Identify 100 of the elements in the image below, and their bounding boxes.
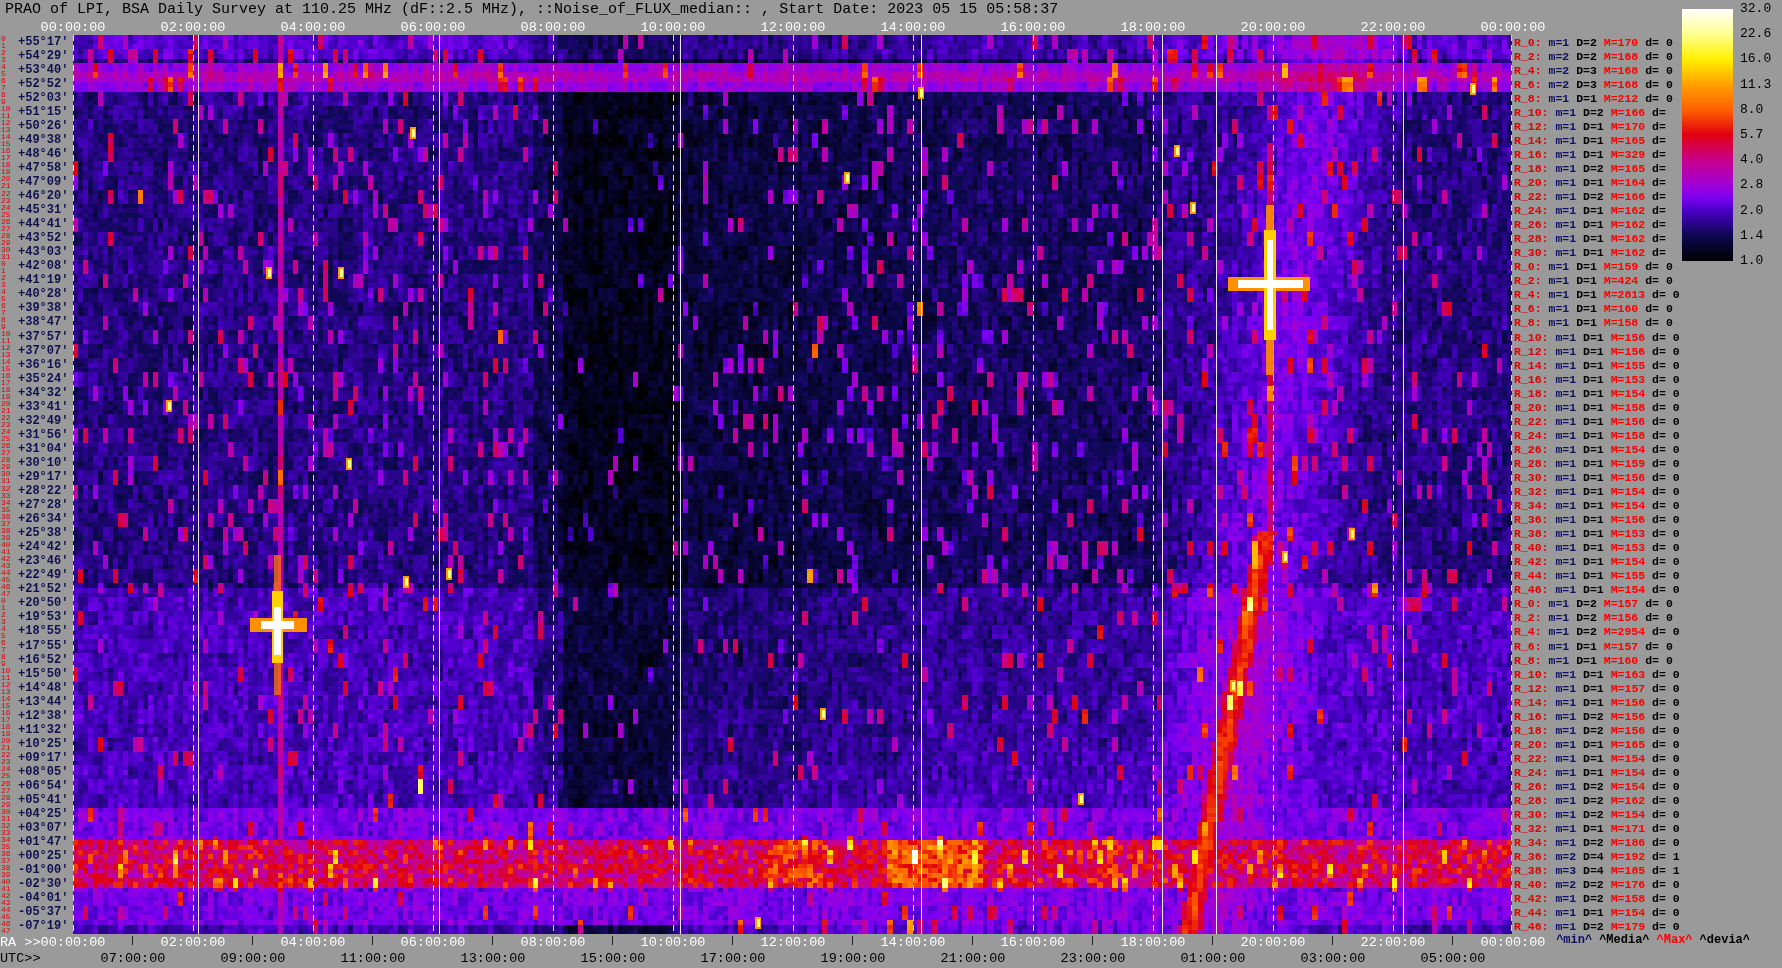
declination-label: +37°57' [18, 330, 69, 344]
row-index-label: 18 [1, 386, 11, 394]
declination-label: +44°41' [18, 218, 69, 232]
utc-time-label: 15:00:00 [580, 950, 646, 966]
row-statistics: R_22: m=1 D=1 M=156 d= 0 [1514, 414, 1680, 428]
row-index-label: 46 [1, 582, 11, 590]
declination-label: -04°01' [18, 892, 69, 906]
row-index-label: 7 [1, 84, 6, 92]
row-index-label: 22 [1, 751, 11, 759]
utc-time-label: 23:00:00 [1060, 950, 1126, 966]
declination-label: +21°52' [18, 583, 69, 597]
row-index-label: 20 [1, 737, 11, 745]
row-index-label: 17 [1, 379, 11, 387]
row-statistics: R_38: m=3 D=4 M=185 d= 1 [1514, 864, 1680, 878]
ra-time-label: 20:00:00 [1240, 934, 1306, 950]
row-index-label: 15 [1, 140, 11, 148]
row-statistics: R_6: m=1 D=1 M=160 d= 0 [1514, 302, 1673, 316]
utc-time-label: 21:00:00 [940, 950, 1006, 966]
ra-time-label: 08:00:00 [520, 934, 586, 950]
declination-label: +50°26' [18, 119, 69, 133]
row-statistics: R_6: m=2 D=3 M=168 d= 0 [1514, 77, 1673, 91]
row-index-label: 21 [1, 182, 11, 190]
row-index-label: 33 [1, 828, 11, 836]
declination-label: +37°07' [18, 344, 69, 358]
declination-label: -07°19' [18, 920, 69, 934]
row-statistics: R_4: m=1 D=1 M=2813 d= 0 [1514, 288, 1680, 302]
row-index-label: 1 [1, 266, 6, 274]
scale-tick-label: 11.3 [1740, 77, 1772, 92]
row-index-label: 21 [1, 744, 11, 752]
row-index-label: 3 [1, 280, 6, 288]
row-index-label: 29 [1, 238, 11, 246]
declination-label: +26°34' [18, 513, 69, 527]
row-statistics: R_28: m=1 D=1 M=162 d= [1514, 232, 1666, 246]
row-statistics: R_26: m=1 D=1 M=154 d= 0 [1514, 442, 1680, 456]
utc-time-label: 05:00:00 [1420, 950, 1486, 966]
row-index-label: 14 [1, 133, 11, 141]
declination-label: +52°52' [18, 77, 69, 91]
row-statistics: R_18: m=1 D=2 M=165 d= [1514, 161, 1666, 175]
row-index-label: 1 [1, 42, 6, 49]
declination-label: +54°29' [18, 49, 69, 63]
legend-label: ^Max^ [1656, 934, 1693, 947]
row-statistics: R_12: m=1 D=1 M=157 d= 0 [1514, 681, 1680, 695]
row-index-label: 16 [1, 709, 11, 717]
row-statistics: R_22: m=1 D=1 M=154 d= 0 [1514, 751, 1680, 765]
row-index-label: 23 [1, 196, 11, 204]
declination-label: +51°15' [18, 105, 69, 119]
declination-label: +28°22' [18, 485, 69, 498]
ra-time-label: 18:00:00 [1120, 934, 1186, 950]
declination-label: +31°56' [18, 428, 69, 442]
declination-label: +30°10' [18, 456, 69, 470]
row-index-label: 27 [1, 449, 11, 457]
row-statistics: R_40: m=2 D=2 M=176 d= 0 [1514, 878, 1680, 892]
declination-label: +47°09' [18, 176, 69, 189]
row-index-label: 5 [1, 70, 6, 78]
ra-time-label: 22:00:00 [1360, 934, 1426, 950]
row-index-label: 11 [1, 337, 11, 344]
utc-time-label: 01:00:00 [1180, 950, 1246, 966]
row-index-label: 45 [1, 912, 11, 920]
row-statistics: R_18: m=1 D=2 M=156 d= 0 [1514, 723, 1680, 737]
declination-label: +10°25' [18, 737, 69, 751]
row-index-label: 24 [1, 428, 11, 436]
row-index-label: 43 [1, 561, 11, 569]
ra-time-label: 14:00:00 [880, 19, 946, 35]
row-statistics: R_12: m=1 D=1 M=156 d= 0 [1514, 344, 1680, 358]
declination-label: +33°41' [18, 400, 69, 414]
row-index-label: 13 [1, 126, 11, 134]
declination-label: +17°55' [18, 639, 69, 653]
row-index-label: 12 [1, 119, 11, 127]
row-index-label: 6 [1, 639, 6, 647]
row-statistics: R_32: m=1 D=1 M=171 d= 0 [1514, 822, 1680, 836]
row-statistics: R_18: m=1 D=1 M=154 d= 0 [1514, 386, 1680, 400]
ra-time-label: 06:00:00 [400, 934, 466, 950]
row-index-label: 30 [1, 470, 11, 478]
row-statistics: R_16: m=1 D=2 M=156 d= 0 [1514, 709, 1680, 723]
declination-label: +36°16' [18, 358, 69, 372]
row-index-label: 31 [1, 252, 11, 260]
ra-time-label: 14:00:00 [880, 934, 946, 950]
row-index-label: 12 [1, 344, 11, 352]
row-statistics: R_16: m=1 D=1 M=153 d= 0 [1514, 372, 1680, 386]
declination-label: +22°49' [18, 569, 69, 583]
ra-time-label: 04:00:00 [280, 19, 346, 35]
row-index-label: 0 [1, 35, 6, 42]
row-statistics: R_24: m=1 D=1 M=162 d= [1514, 204, 1666, 218]
declination-label: +19°53' [18, 611, 69, 625]
row-statistics: R_0: m=1 D=1 M=159 d= 0 [1514, 260, 1673, 274]
row-index-label: 10 [1, 330, 11, 337]
row-index-label: 42 [1, 891, 11, 899]
row-statistics: R_44: m=1 D=1 M=155 d= 0 [1514, 569, 1680, 583]
row-index-label: 2 [1, 610, 6, 618]
declination-label: +24°42' [18, 541, 69, 555]
row-index-label: 45 [1, 575, 11, 583]
row-index-label: 4 [1, 63, 6, 71]
row-statistics: R_14: m=1 D=1 M=156 d= 0 [1514, 695, 1680, 709]
scale-tick-label: 1.4 [1740, 228, 1764, 243]
row-index-label: 5 [1, 632, 6, 639]
declination-label: +42°08' [18, 260, 69, 274]
row-index-label: 25 [1, 210, 11, 218]
row-index-label: 37 [1, 856, 11, 864]
declination-label: -01°00' [18, 864, 69, 878]
row-index-label: 17 [1, 154, 11, 162]
